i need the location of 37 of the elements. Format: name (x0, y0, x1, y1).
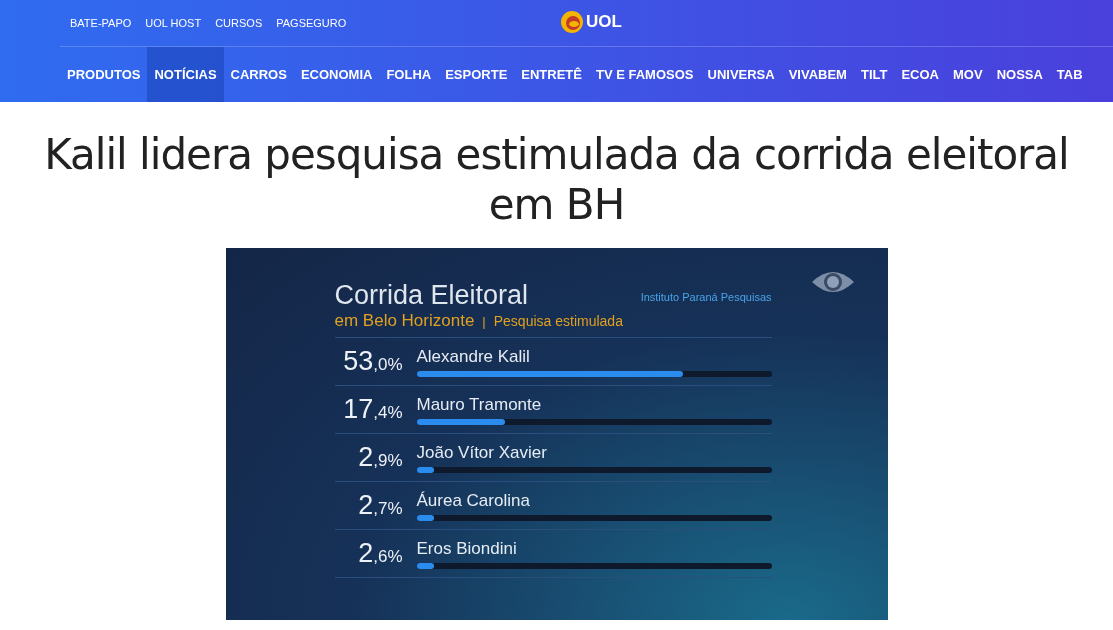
nav-tab[interactable]: ECOA (894, 47, 946, 102)
poll-type: Pesquisa estimulada (493, 313, 623, 329)
percentage: 17,4% (342, 394, 403, 425)
percentage: 53,0% (342, 346, 403, 377)
nav-tab[interactable]: NOSSA (989, 47, 1050, 102)
poll-source: Instituto Paraná Pesquisas (640, 291, 772, 303)
graphic-title: Corrida Eleitoral (334, 280, 530, 311)
nav-tab[interactable]: MOV (946, 47, 990, 102)
nav-tab[interactable]: ECONOMIA (293, 47, 380, 102)
percentage: 2,6% (357, 538, 403, 569)
candidate-name: Áurea Carolina (416, 490, 531, 511)
candidate-name: João Vítor Xavier (416, 442, 548, 463)
nav-tab[interactable]: TAB (1049, 47, 1090, 102)
nav-tab[interactable]: NOTÍCIAS (147, 47, 224, 102)
logo-text[interactable]: UOL (586, 12, 622, 32)
separator-text: | (482, 314, 486, 329)
top-link[interactable]: CURSOS (215, 17, 263, 29)
top-link[interactable]: UOL HOST (145, 17, 202, 29)
nav-tab[interactable]: UNIVERSA (700, 47, 782, 102)
graphic-subtitle: em Belo Horizonte (334, 311, 475, 331)
nav-tab[interactable]: ESPORTE (438, 47, 515, 102)
logo-icon[interactable] (560, 10, 584, 34)
top-link[interactable]: PAGSEGURO (276, 17, 347, 29)
nav-tab[interactable]: VIVABEM (781, 47, 854, 102)
nav-tab[interactable]: CARROS (223, 47, 294, 102)
nav-tab[interactable]: TILT (853, 47, 895, 102)
nav-tab[interactable]: FOLHA (379, 47, 439, 102)
candidate-name: Eros Biondini (416, 538, 518, 559)
nav-tab[interactable]: ENTRETÊ (514, 47, 589, 102)
percentage: 2,7% (357, 490, 403, 521)
top-link[interactable]: BATE-PAPO (70, 17, 132, 29)
percentage: 2,9% (357, 442, 403, 473)
nav-tab[interactable]: PRODUTOS (60, 47, 148, 102)
headline: Kalil lidera pesquisa estimulada da corrida eleitoral em BH (43, 130, 1070, 230)
nav-tab[interactable]: TV E FAMOSOS (589, 47, 701, 102)
candidate-name: Mauro Tramonte (416, 394, 543, 415)
candidate-name: Alexandre Kalil (416, 346, 531, 367)
